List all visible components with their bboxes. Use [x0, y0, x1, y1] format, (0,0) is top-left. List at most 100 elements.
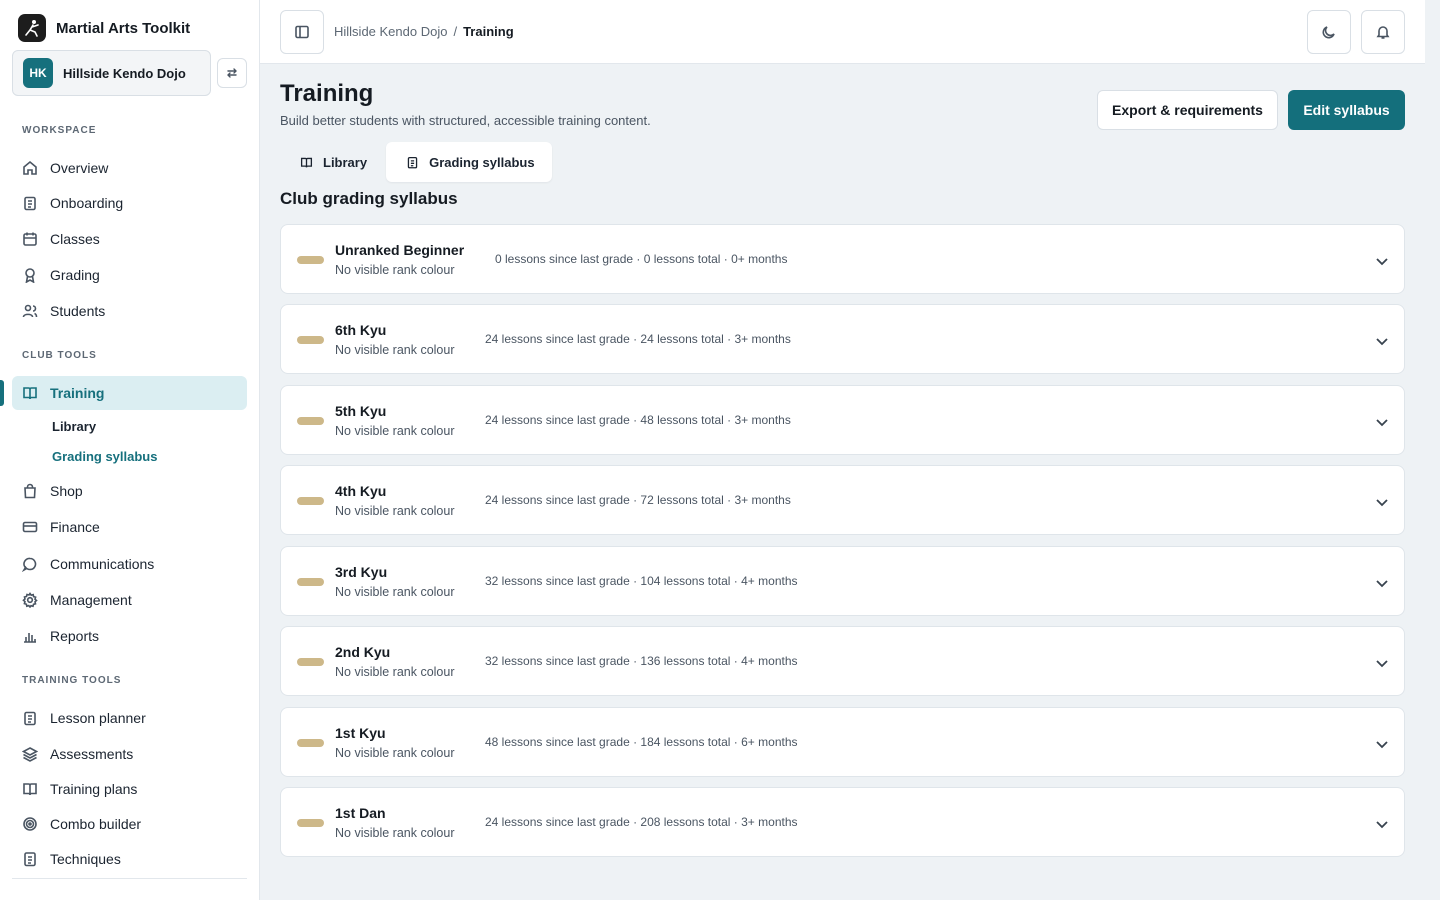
chevron-down-icon[interactable] — [1374, 494, 1390, 510]
clipboard-icon — [24, 196, 36, 211]
sidebar-item-label: Training — [50, 385, 105, 401]
bell-icon — [1376, 26, 1390, 39]
sidebar-item-lesson-planner[interactable]: Lesson planner — [12, 701, 247, 735]
edit-syllabus-button[interactable]: Edit syllabus — [1288, 90, 1405, 130]
file-text-icon — [24, 852, 36, 867]
grade-row[interactable]: 2nd Kyu No visible rank colour 32 lesson… — [280, 626, 1405, 696]
sidebar-item-grading[interactable]: Grading — [12, 258, 247, 292]
grade-row[interactable]: 5th Kyu No visible rank colour 24 lesson… — [280, 385, 1405, 455]
sidebar-subitem-grading-syllabus[interactable]: Grading syllabus — [52, 449, 157, 464]
rank-colour-swatch — [297, 819, 324, 827]
sidebar: Martial Arts Toolkit HK Hillside Kendo D… — [0, 0, 260, 900]
clipboard-list-icon — [24, 711, 36, 726]
training-tools-section-label: TRAINING TOOLS — [22, 675, 122, 686]
sidebar-item-label: Onboarding — [50, 195, 124, 211]
sidebar-item-combo-builder[interactable]: Combo builder — [12, 807, 247, 841]
sidebar-item-label: Combo builder — [50, 816, 142, 832]
rank-colour-swatch — [297, 658, 324, 666]
grade-name: 1st Dan — [335, 805, 386, 821]
grade-colour: No visible rank colour — [335, 343, 455, 357]
grade-requirements: 32 lessons since last grade · 136 lesson… — [485, 654, 798, 668]
tab-label: Library — [323, 154, 368, 170]
grade-colour: No visible rank colour — [335, 826, 455, 840]
sidebar-item-students[interactable]: Students — [12, 294, 247, 328]
sidebar-item-overview[interactable]: Overview — [12, 151, 247, 185]
grade-requirements: 48 lessons since last grade · 184 lesson… — [485, 735, 798, 749]
book-icon — [23, 387, 37, 400]
sidebar-subitem-library[interactable]: Library — [52, 419, 96, 434]
chevron-down-icon[interactable] — [1374, 575, 1390, 591]
sidebar-item-reports[interactable]: Reports — [12, 619, 247, 653]
sidebar-item-management[interactable]: Management — [12, 583, 247, 617]
tab-grading-syllabus[interactable]: Grading syllabus — [386, 142, 552, 182]
bar-chart-icon — [24, 633, 36, 643]
theme-toggle-button[interactable] — [1307, 10, 1351, 54]
grade-requirements: 24 lessons since last grade · 48 lessons… — [485, 413, 791, 427]
sidebar-item-label: Training plans — [50, 781, 138, 797]
section-title: Club grading syllabus — [280, 189, 458, 208]
tab-library[interactable]: Library — [280, 142, 384, 182]
sidebar-item-label: Classes — [50, 231, 100, 247]
tab-label: Grading syllabus — [429, 154, 535, 170]
sidebar-item-label: Shop — [50, 483, 83, 499]
sidebar-item-onboarding[interactable]: Onboarding — [12, 186, 247, 220]
sidebar-item-communications[interactable]: Communications — [12, 547, 247, 581]
sidebar-item-label: Management — [50, 592, 132, 608]
grade-row[interactable]: 1st Kyu No visible rank colour 48 lesson… — [280, 707, 1405, 777]
grade-name: 3rd Kyu — [335, 564, 388, 580]
export-requirements-button[interactable]: Export & requirements — [1097, 90, 1278, 130]
grade-colour: No visible rank colour — [335, 424, 455, 438]
sidebar-item-classes[interactable]: Classes — [12, 222, 247, 256]
grade-name: 2nd Kyu — [335, 644, 391, 660]
grade-requirements: 24 lessons since last grade · 208 lesson… — [485, 815, 798, 829]
grade-row[interactable]: Unranked Beginner No visible rank colour… — [280, 224, 1405, 294]
grade-name: Unranked Beginner — [335, 242, 465, 258]
chevron-down-icon[interactable] — [1374, 655, 1390, 671]
sidebar-item-label: Communications — [50, 556, 155, 572]
chevron-down-icon[interactable] — [1374, 253, 1390, 269]
grade-row[interactable]: 1st Dan No visible rank colour 24 lesson… — [280, 787, 1405, 857]
sidebar-divider — [12, 878, 247, 879]
page-title: Training — [280, 80, 374, 107]
sidebar-toggle-button[interactable] — [280, 10, 324, 54]
shopping-bag-icon — [24, 483, 36, 499]
chevron-down-icon[interactable] — [1374, 816, 1390, 832]
sidebar-item-finance[interactable]: Finance — [12, 510, 247, 544]
book-open-icon — [23, 783, 37, 796]
grade-name: 1st Kyu — [335, 725, 386, 741]
club-name: Hillside Kendo Dojo — [63, 65, 186, 81]
breadcrumb-parent[interactable]: Hillside Kendo Dojo — [334, 24, 447, 39]
top-bar: Hillside Kendo Dojo / Training — [260, 0, 1425, 64]
app-header[interactable]: Martial Arts Toolkit — [18, 14, 190, 42]
chevron-down-icon[interactable] — [1374, 736, 1390, 752]
target-icon — [23, 817, 37, 831]
grade-row[interactable]: 3rd Kyu No visible rank colour 32 lesson… — [280, 546, 1405, 616]
calendar-icon — [23, 232, 37, 246]
sidebar-item-training-plans[interactable]: Training plans — [12, 772, 247, 806]
club-tools-section-label: CLUB TOOLS — [22, 350, 97, 361]
sidebar-item-shop[interactable]: Shop — [12, 474, 247, 508]
app-logo-icon — [18, 14, 46, 42]
grade-colour: No visible rank colour — [335, 504, 455, 518]
grade-name: 4th Kyu — [335, 483, 387, 499]
layers-icon — [22, 747, 38, 762]
rank-colour-swatch — [297, 417, 324, 425]
workspace-section-label: WORKSPACE — [22, 125, 97, 136]
sidebar-item-assessments[interactable]: Assessments — [12, 737, 247, 771]
active-indicator — [0, 380, 4, 406]
grade-row[interactable]: 4th Kyu No visible rank colour 24 lesson… — [280, 465, 1405, 535]
sidebar-item-training[interactable]: Training — [12, 376, 247, 410]
page-subtitle: Build better students with structured, a… — [280, 113, 651, 128]
grade-row[interactable]: 6th Kyu No visible rank colour 24 lesson… — [280, 304, 1405, 374]
notifications-button[interactable] — [1361, 10, 1405, 54]
chevron-down-icon[interactable] — [1374, 414, 1390, 430]
arrows-swap-icon — [227, 68, 237, 78]
club-avatar: HK — [23, 58, 53, 88]
users-icon — [22, 304, 38, 318]
grade-colour: No visible rank colour — [335, 746, 455, 760]
chevron-down-icon[interactable] — [1374, 333, 1390, 349]
sidebar-item-techniques[interactable]: Techniques — [12, 842, 247, 876]
switch-club-button[interactable] — [217, 58, 247, 88]
rank-colour-swatch — [297, 256, 324, 264]
club-selector[interactable]: HK Hillside Kendo Dojo — [12, 50, 211, 96]
